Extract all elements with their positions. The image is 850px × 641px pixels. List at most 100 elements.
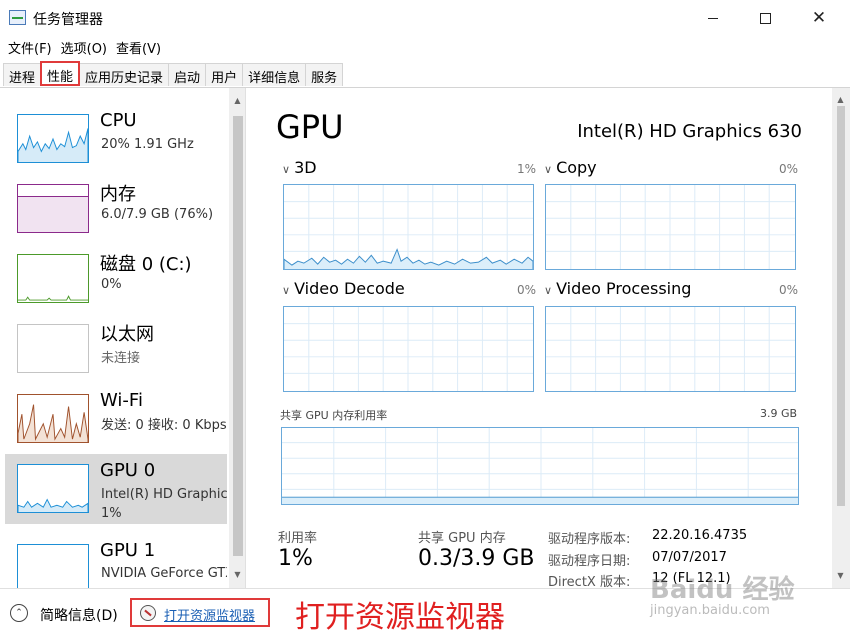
resource-detail: NVIDIA GeForce GTX (101, 566, 227, 581)
graph-3d (283, 184, 534, 270)
resource-gpu1[interactable]: GPU 1 NVIDIA GeForce GTX (5, 534, 227, 588)
ethernet-mini-graph (17, 324, 89, 373)
red-annotation-text: 打开资源监视器 (295, 600, 505, 635)
tab-processes[interactable]: 进程 (3, 63, 42, 86)
disk-mini-graph (17, 254, 89, 303)
shared-gpu-memory-label: 共享 GPU 内存 (418, 531, 506, 546)
minimize-button[interactable] (690, 0, 736, 36)
resource-monitor-icon (140, 605, 156, 621)
baidu-watermark: Baidu 经验 (650, 575, 795, 605)
resource-name: CPU (100, 110, 137, 131)
tab-performance[interactable]: 性能 (40, 61, 81, 86)
resource-disk[interactable]: 磁盘 0 (C:) 0% (5, 244, 227, 314)
minimize-icon (708, 17, 718, 19)
memory-mini-graph (17, 184, 89, 233)
resource-name: 以太网 (100, 324, 154, 345)
wifi-mini-graph (17, 394, 89, 443)
resource-list: CPU 20% 1.91 GHz 内存 6.0/7.9 GB (76%) 磁盘 … (0, 88, 246, 588)
scrollbar-thumb[interactable] (233, 116, 243, 556)
close-button[interactable]: ✕ (796, 0, 842, 36)
menu-bar: 文件(F) 选项(O) 查看(V) (0, 36, 162, 58)
driver-version-value: 22.20.16.4735 (652, 528, 748, 543)
engine-name: 3D (294, 158, 317, 177)
gpu-detail-pane: GPU Intel(R) HD Graphics 630 ∨ 3D 1% ∨ Cop… (247, 88, 850, 590)
graph-video-decode (283, 306, 534, 392)
baidu-watermark-url: jingyan.baidu.com (650, 603, 770, 618)
resource-name: 内存 (100, 184, 136, 205)
engine-selector-3d[interactable]: ∨ 3D (282, 158, 317, 177)
open-resource-monitor-link[interactable]: 打开资源监视器 (130, 598, 270, 627)
resource-gpu0[interactable]: GPU 0 Intel(R) HD Graphics 630 1% (5, 454, 227, 524)
menu-options[interactable]: 选项(O) (53, 36, 107, 58)
engine-selector-video-decode[interactable]: ∨ Video Decode (282, 279, 405, 298)
gpu-model: Intel(R) HD Graphics 630 (577, 121, 802, 142)
resource-name: GPU 0 (100, 460, 156, 481)
menu-view[interactable]: 查看(V) (108, 36, 161, 58)
scroll-down-icon[interactable]: ▼ (229, 566, 245, 582)
chevron-down-icon: ∨ (282, 163, 291, 176)
resource-usage: 1% (101, 506, 122, 521)
fewer-details-button[interactable]: 简略信息(D) (40, 605, 118, 625)
resource-detail: 0% (101, 277, 122, 292)
gpu1-mini-graph (17, 544, 89, 588)
resource-ethernet[interactable]: 以太网 未连接 (5, 314, 227, 384)
resource-memory[interactable]: 内存 6.0/7.9 GB (76%) (5, 174, 227, 244)
engine-percent: 0% (779, 162, 799, 176)
resource-detail: 20% 1.91 GHz (101, 137, 194, 152)
open-resource-monitor-label: 打开资源监视器 (164, 609, 256, 624)
chevron-down-icon: ∨ (544, 284, 553, 297)
engine-percent: 1% (517, 162, 537, 176)
driver-version-label: 驱动程序版本: (548, 532, 631, 547)
utilization-value: 1% (278, 546, 313, 571)
engine-selector-video-processing[interactable]: ∨ Video Processing (544, 279, 691, 298)
scrollbar-thumb[interactable] (837, 106, 845, 506)
driver-date-value: 07/07/2017 (652, 550, 727, 565)
shared-memory-label: 共享 GPU 内存利用率 (280, 409, 388, 422)
footer-bar: ⌃ 简略信息(D) 打开资源监视器 打开资源监视器 Baidu 经验 jingy… (0, 575, 850, 641)
graph-video-processing (545, 306, 796, 392)
resource-name: GPU 1 (100, 540, 156, 561)
gpu-title: GPU (276, 108, 344, 146)
resource-detail: 发送: 0 接收: 0 Kbps (101, 418, 227, 433)
scroll-up-icon[interactable]: ▲ (832, 91, 849, 107)
engine-percent: 0% (517, 283, 537, 297)
engine-selector-copy[interactable]: ∨ Copy (544, 158, 597, 177)
shared-memory-max: 3.9 GB (760, 407, 798, 420)
chevron-up-icon[interactable]: ⌃ (10, 604, 28, 622)
resource-name: Wi-Fi (100, 390, 143, 411)
engine-name: Copy (556, 158, 597, 177)
tab-details[interactable]: 详细信息 (242, 63, 307, 86)
shared-gpu-memory-value: 0.3/3.9 GB (418, 546, 535, 571)
maximize-icon (759, 12, 771, 24)
graph-shared-memory (281, 427, 799, 505)
gpu0-mini-graph (17, 464, 89, 513)
resource-wifi[interactable]: Wi-Fi 发送: 0 接收: 0 Kbps (5, 384, 227, 454)
graph-copy (545, 184, 796, 270)
cpu-mini-graph (17, 114, 89, 163)
engine-name: Video Processing (556, 279, 692, 298)
scroll-down-icon[interactable]: ▼ (832, 567, 849, 583)
resource-detail: Intel(R) HD Graphics 630 (101, 487, 227, 502)
engine-name: Video Decode (294, 279, 405, 298)
scroll-up-icon[interactable]: ▲ (229, 92, 245, 108)
tab-app-history[interactable]: 应用历史记录 (79, 63, 170, 86)
tab-services[interactable]: 服务 (305, 63, 344, 86)
utilization-label: 利用率 (278, 531, 318, 546)
detail-pane-scrollbar[interactable]: ▲ ▼ (832, 88, 850, 588)
title-bar: 任务管理器 ✕ (0, 0, 850, 36)
menu-file[interactable]: 文件(F) (0, 36, 52, 58)
resource-cpu[interactable]: CPU 20% 1.91 GHz (5, 104, 227, 174)
chevron-down-icon: ∨ (282, 284, 291, 297)
chevron-down-icon: ∨ (544, 163, 553, 176)
resource-list-scrollbar[interactable]: ▲ ▼ (229, 88, 245, 588)
window-title: 任务管理器 (33, 12, 103, 28)
tab-startup[interactable]: 启动 (168, 63, 207, 86)
driver-date-label: 驱动程序日期: (548, 554, 631, 569)
resource-detail: 未连接 (101, 351, 141, 366)
maximize-button[interactable] (742, 0, 788, 36)
tab-users[interactable]: 用户 (205, 63, 244, 86)
tab-bar: 进程 性能 应用历史记录 启动 用户 详细信息 服务 (3, 61, 344, 87)
engine-percent: 0% (779, 283, 799, 297)
close-icon: ✕ (811, 7, 827, 28)
resource-detail: 6.0/7.9 GB (76%) (101, 207, 214, 222)
